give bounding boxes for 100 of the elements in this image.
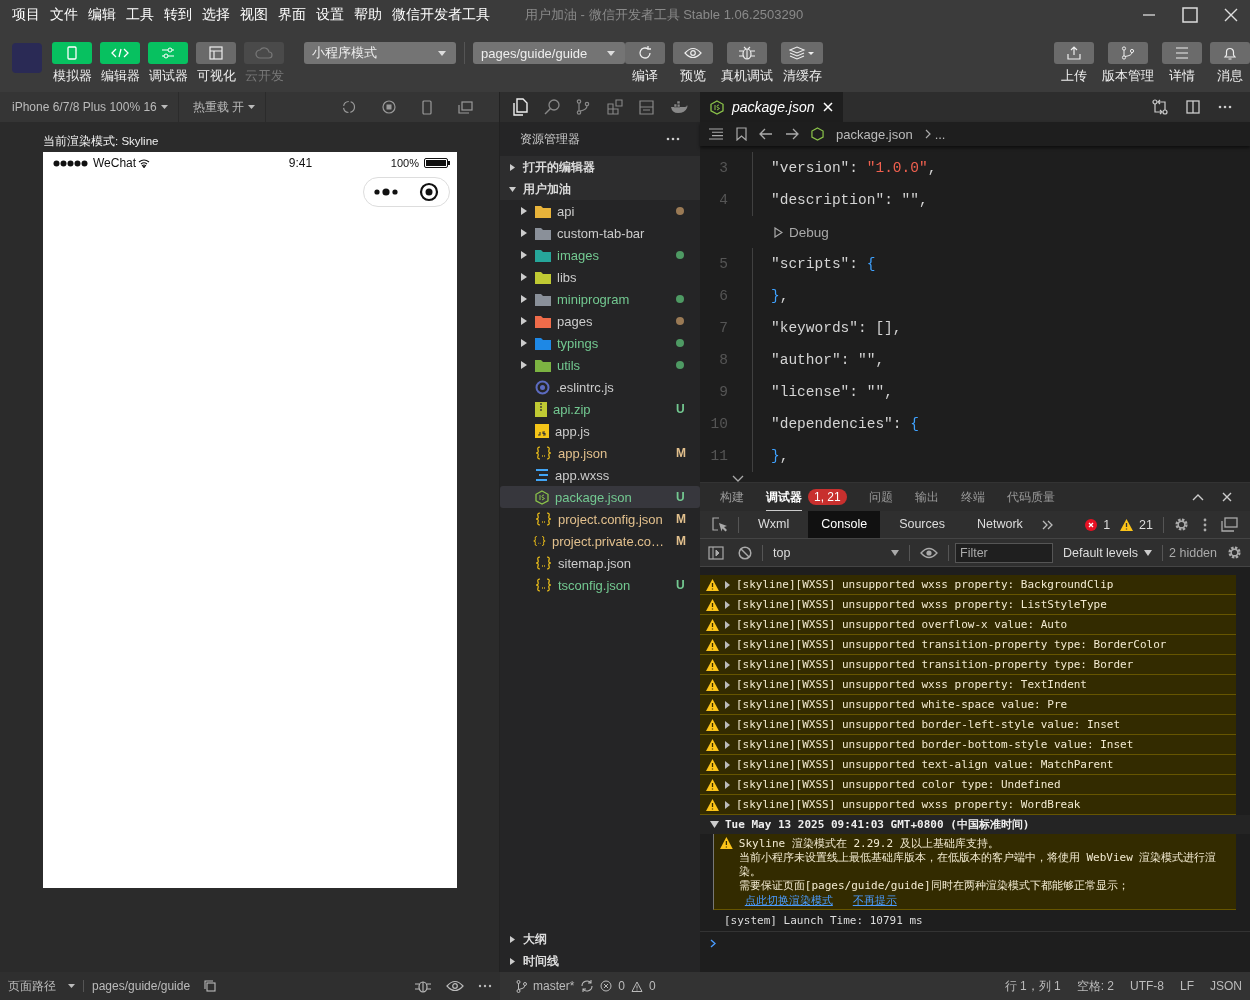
simulator-toggle[interactable] [52,42,92,64]
section-header[interactable]: 用户加油 [500,178,700,200]
file-item[interactable]: libs [500,266,700,288]
eye-icon[interactable] [920,546,938,559]
sidebar-icon[interactable] [708,545,724,560]
chevron-up-icon[interactable] [1192,493,1204,501]
context-dropdown[interactable]: top [769,545,903,560]
preview-button[interactable] [673,42,713,64]
status-item[interactable]: UTF-8 [1129,979,1164,993]
inspect-icon[interactable] [712,516,728,533]
chevron-down-icon[interactable] [732,475,744,482]
expand-icon[interactable] [725,740,730,749]
devtools-tab[interactable]: Sources [886,511,958,538]
more-icon[interactable] [666,137,680,141]
clear-cache-button[interactable] [781,42,823,64]
save-icon[interactable] [638,99,654,115]
expand-icon[interactable] [725,780,730,789]
more-icon[interactable] [478,984,492,988]
windows-icon[interactable] [458,100,473,114]
devtools-tab[interactable]: Console [808,511,881,538]
arrow-left-icon[interactable] [759,128,773,140]
editor-toggle[interactable] [100,42,140,64]
compare-icon[interactable] [1152,99,1168,115]
branch-name[interactable]: master* [533,979,575,993]
console-group[interactable]: Tue May 13 2025 09:41:03 GMT+0800 (中国标准时间) [700,815,1250,834]
panel-tab[interactable]: 构建 [720,483,744,511]
file-item[interactable]: package.json U [500,486,700,508]
console-link[interactable]: 不再提示 [852,893,897,908]
file-item[interactable]: tsconfig.json U [500,574,700,596]
bookmark-icon[interactable] [736,127,747,141]
expand-icon[interactable] [725,800,730,809]
file-item[interactable]: api [500,200,700,222]
file-item[interactable]: app.wxss [500,464,700,486]
expand-icon[interactable] [725,620,730,629]
levels-dropdown[interactable]: Default levels [1059,545,1157,560]
file-item[interactable]: typings [500,332,700,354]
panel-tab[interactable]: 终端 [960,483,985,511]
branch-icon[interactable] [576,99,591,115]
settings-icon[interactable] [1174,517,1189,532]
expand-icon[interactable] [725,600,730,609]
more-icon[interactable] [1218,105,1232,109]
warning-icon[interactable] [631,980,644,992]
bug-icon[interactable] [414,978,432,994]
editor-tab[interactable]: package.json [700,92,843,122]
file-item[interactable]: .eslintrc.js [500,376,700,398]
menu-item[interactable]: 选择 [202,6,230,24]
close-icon[interactable] [1222,492,1232,502]
expand-icon[interactable] [725,640,730,649]
menu-item[interactable]: 转到 [164,6,192,24]
maximize-icon[interactable] [1182,7,1198,23]
arrow-right-icon[interactable] [785,128,799,140]
refresh-icon[interactable] [342,100,356,114]
close-icon[interactable] [1224,8,1238,22]
file-item[interactable]: sitemap.json [500,552,700,574]
file-item[interactable]: utils [500,354,700,376]
menu-item[interactable]: 微信开发者工具 [392,6,490,24]
whale-icon[interactable] [669,100,688,114]
details-button[interactable] [1162,42,1202,64]
files-icon[interactable] [512,98,529,116]
breadcrumb-item[interactable]: package.json [836,126,913,142]
file-item[interactable]: miniprogram [500,288,700,310]
file-item[interactable]: images [500,244,700,266]
settings-icon[interactable] [1227,545,1242,560]
expand-icon[interactable] [725,680,730,689]
list-icon[interactable] [708,128,724,140]
panel-tab[interactable]: 输出 [914,483,939,511]
expand-icon[interactable] [725,660,730,669]
section-header[interactable]: 打开的编辑器 [500,156,700,178]
devtools-tab[interactable]: Network [964,511,1036,538]
debug-link[interactable]: Debug [789,224,829,240]
remote-debug-button[interactable] [727,42,767,64]
search-icon[interactable] [544,99,561,115]
split-icon[interactable] [1186,100,1200,114]
menu-item[interactable]: 帮助 [354,6,382,24]
kebab-icon[interactable] [1203,517,1207,532]
stop-icon[interactable] [382,100,396,114]
mode-dropdown[interactable]: 小程序模式 [304,42,456,64]
prompt-icon[interactable] [710,939,716,948]
file-item[interactable]: project.config.json M [500,508,700,530]
expand-icon[interactable] [725,760,730,769]
panel-tab[interactable]: 问题 [868,483,893,511]
menu-item[interactable]: 编辑 [88,6,116,24]
menu-item[interactable]: 工具 [126,6,154,24]
console-link[interactable]: 点此切换渲染模式 [744,893,833,908]
breadcrumb-item[interactable]: ... [934,126,946,142]
phone-icon[interactable] [422,99,432,115]
file-item[interactable]: pages [500,310,700,332]
sync-icon[interactable] [580,980,595,992]
page-path-dropdown[interactable]: 页面路径 [8,977,75,995]
file-item[interactable]: project.private.co… M [500,530,700,552]
file-item[interactable]: api.zip U [500,398,700,420]
filter-field[interactable]: Filter [955,542,1053,563]
compile-button[interactable] [625,42,665,64]
devtools-tab[interactable]: Wxml [745,511,803,538]
menu-item[interactable]: 界面 [278,6,306,24]
panel-tab[interactable]: 代码质量 [1006,483,1055,511]
menu-item[interactable]: 视图 [240,6,268,24]
dock-icon[interactable] [1221,517,1238,532]
visual-toggle[interactable] [196,42,236,64]
menu-item[interactable]: 设置 [316,6,344,24]
